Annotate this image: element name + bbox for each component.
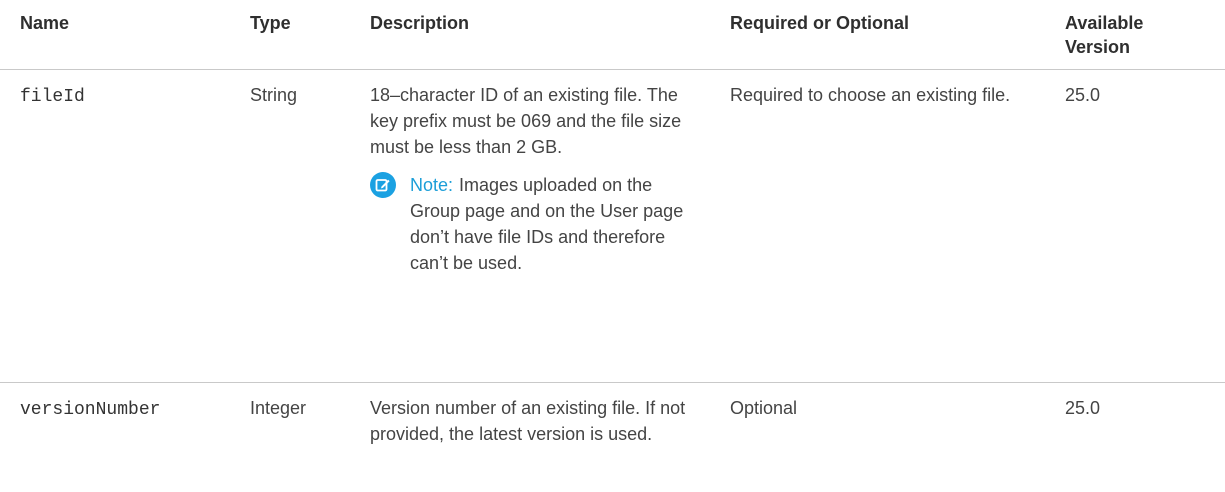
header-type: Type [238, 0, 358, 70]
table-body: fileId String 18–character ID of an exis… [0, 69, 1225, 460]
cell-required: Optional [730, 398, 798, 418]
cell-type: String [238, 69, 358, 383]
header-required: Required or Optional [718, 0, 1053, 70]
param-name: fileId [20, 87, 85, 107]
header-row: Name Type Description Required or Option… [0, 0, 1225, 70]
cell-name: fileId [0, 69, 238, 383]
cell-required: Required to choose an existing file. [718, 69, 1053, 383]
parameters-table: Name Type Description Required or Option… [0, 0, 1225, 459]
cell-version: 25.0 [1065, 398, 1101, 418]
header-version: Available Version [1053, 0, 1225, 70]
table-header: Name Type Description Required or Option… [0, 0, 1225, 70]
header-name: Name [0, 0, 238, 70]
cell-name: versionNumber [0, 383, 238, 460]
header-description: Description [358, 0, 718, 70]
cell-type: Integer [250, 398, 307, 418]
table-row: versionNumber Integer Version number of … [0, 383, 1225, 460]
cell-version: 25.0 [1053, 69, 1225, 383]
param-name: versionNumber [20, 400, 161, 420]
table-row: fileId String 18–character ID of an exis… [0, 69, 1225, 383]
note-body: Note: Images uploaded on the Group page a… [410, 172, 706, 276]
cell-description: Version number of an existing file. If n… [370, 398, 686, 444]
note-label: Note: [410, 175, 454, 195]
note-callout: Note: Images uploaded on the Group page a… [370, 172, 706, 276]
cell-description: 18–character ID of an existing file. The… [358, 69, 718, 383]
edit-note-icon [370, 172, 396, 198]
description-text: 18–character ID of an existing file. The… [370, 85, 682, 157]
